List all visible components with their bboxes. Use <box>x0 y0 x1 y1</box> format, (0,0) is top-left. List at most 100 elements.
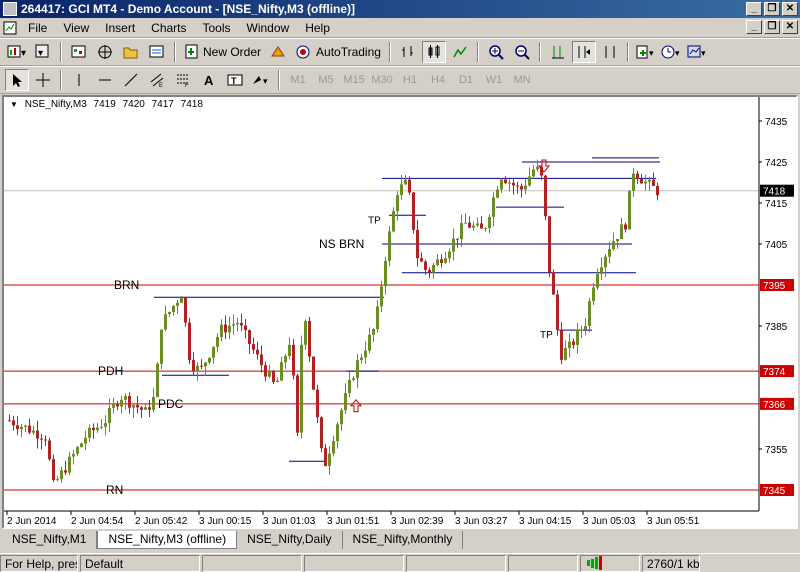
maximize-button[interactable]: ❐ <box>764 2 780 16</box>
timeframe-m5[interactable]: M5 <box>312 74 340 86</box>
autotrading-button[interactable]: AutoTrading <box>291 41 385 63</box>
price-chart[interactable]: BRN PDH PDC RN NS BRN TP TP 7435 7425 7415 7405 73… <box>4 97 796 527</box>
chart-high: 7420 <box>122 99 145 110</box>
chart-low: 7417 <box>151 99 174 110</box>
close-button[interactable]: ✕ <box>782 2 798 16</box>
profiles-icon[interactable]: ▾ <box>31 41 55 63</box>
candle-body <box>168 312 171 315</box>
candle-body <box>280 362 283 381</box>
terminal-icon[interactable] <box>145 41 169 63</box>
candle-body <box>552 272 555 295</box>
timeframe-m30[interactable]: M30 <box>368 74 396 86</box>
candle-body <box>232 324 235 326</box>
timeframe-d1[interactable]: D1 <box>452 74 480 86</box>
fibonacci-icon[interactable]: F <box>171 69 195 91</box>
time-axis-label: 3 Jun 01:03 <box>263 516 316 527</box>
candle-body <box>436 259 439 266</box>
candle-body <box>264 365 267 377</box>
menu-charts[interactable]: Charts <box>143 21 194 35</box>
tile-windows-icon[interactable] <box>546 41 570 63</box>
timeframe-m1[interactable]: M1 <box>284 74 312 86</box>
text-label-icon[interactable]: T <box>223 69 247 91</box>
price-axis-label: 7425 <box>765 158 788 169</box>
timeframe-mn[interactable]: MN <box>508 74 536 86</box>
candle-body <box>628 190 631 230</box>
candle-body <box>68 456 71 473</box>
annotation-label: PDC <box>158 397 184 411</box>
candle-body <box>320 417 323 449</box>
svg-text:F: F <box>185 83 189 88</box>
line-chart-icon[interactable] <box>448 41 472 63</box>
templates-icon[interactable]: ▾ <box>686 41 710 63</box>
chart-window[interactable]: BRN PDH PDC RN NS BRN TP TP 7435 7425 7415 7405 73… <box>2 95 798 529</box>
text-tool-icon[interactable]: A <box>197 69 221 91</box>
chart-shift-icon[interactable] <box>598 41 622 63</box>
tab-nse-nifty-monthly[interactable]: NSE_Nifty,Monthly <box>343 531 464 549</box>
minimize-button[interactable]: _ <box>746 2 762 16</box>
crosshair-icon[interactable] <box>31 69 55 91</box>
periods-icon[interactable]: ▾ <box>660 41 684 63</box>
auto-scroll-icon[interactable] <box>571 41 596 63</box>
candle-body <box>188 322 191 360</box>
candle-body <box>380 286 383 307</box>
candle-body <box>640 178 643 184</box>
tab-nse-nifty-m3-offline[interactable]: NSE_Nifty,M3 (offline) <box>97 531 238 549</box>
bar-chart-icon[interactable] <box>396 41 420 63</box>
candle-body <box>400 184 403 196</box>
menu-tools[interactable]: Tools <box>195 21 239 35</box>
candle-body <box>344 392 347 411</box>
candle-body <box>164 314 167 330</box>
candle-body <box>480 223 483 229</box>
child-restore-button[interactable]: ❐ <box>764 20 780 34</box>
menu-bar: File View Insert Charts Tools Window Hel… <box>0 18 800 38</box>
indicators-icon[interactable]: ▾ <box>634 41 658 63</box>
menu-view[interactable]: View <box>55 21 97 35</box>
timeframe-w1[interactable]: W1 <box>480 74 508 86</box>
timeframe-h1[interactable]: H1 <box>396 74 424 86</box>
child-close-button[interactable]: ✕ <box>782 20 798 34</box>
cursor-icon[interactable] <box>5 69 29 91</box>
candle-body <box>496 189 499 198</box>
timeframe-m15[interactable]: M15 <box>340 74 368 86</box>
candle-body <box>276 380 279 383</box>
new-chart-icon[interactable]: ▾ <box>5 41 29 63</box>
tab-nse-nifty-daily[interactable]: NSE_Nifty,Daily <box>237 531 343 549</box>
candle-body <box>124 396 127 400</box>
bid-price-tag-label: 7418 <box>763 187 786 198</box>
navigator-icon[interactable] <box>93 41 117 63</box>
chart-menu-triangle-icon[interactable]: ▼ <box>10 100 18 109</box>
timeframe-h4[interactable]: H4 <box>424 74 452 86</box>
svg-text:E: E <box>159 83 163 88</box>
menu-file[interactable]: File <box>20 21 55 35</box>
chart-open: 7419 <box>93 99 116 110</box>
horizontal-line-icon[interactable] <box>93 69 117 91</box>
candlestick-chart-icon[interactable] <box>421 41 446 63</box>
candle-body <box>472 225 475 228</box>
candle-body <box>528 176 531 186</box>
zoom-out-icon[interactable] <box>510 41 534 63</box>
vertical-line-icon[interactable] <box>67 69 91 91</box>
candle-body <box>544 175 547 217</box>
candle-body <box>656 185 659 196</box>
candle-body <box>364 350 367 358</box>
experts-icon[interactable] <box>266 41 290 63</box>
market-watch-icon[interactable] <box>67 41 91 63</box>
tab-nse-nifty-m1[interactable]: NSE_Nifty,M1 <box>2 531 98 549</box>
candle-body <box>16 425 19 430</box>
chart-doc-icon[interactable] <box>1 20 19 36</box>
menu-help[interactable]: Help <box>297 21 338 35</box>
candle-body <box>140 407 143 410</box>
trendline-icon[interactable] <box>119 69 143 91</box>
zoom-in-icon[interactable] <box>484 41 508 63</box>
folder-icon[interactable] <box>119 41 143 63</box>
candle-body <box>652 179 655 186</box>
equidistant-channel-icon[interactable]: E <box>145 69 169 91</box>
new-order-button[interactable]: New Order <box>180 41 265 63</box>
menu-insert[interactable]: Insert <box>97 21 143 35</box>
candle-body <box>196 365 199 372</box>
menu-window[interactable]: Window <box>239 21 298 35</box>
candle-body <box>404 179 407 185</box>
annotation-label: TP <box>368 215 381 226</box>
child-minimize-button[interactable]: _ <box>746 20 762 34</box>
arrows-icon[interactable]: ▾ <box>249 69 273 91</box>
